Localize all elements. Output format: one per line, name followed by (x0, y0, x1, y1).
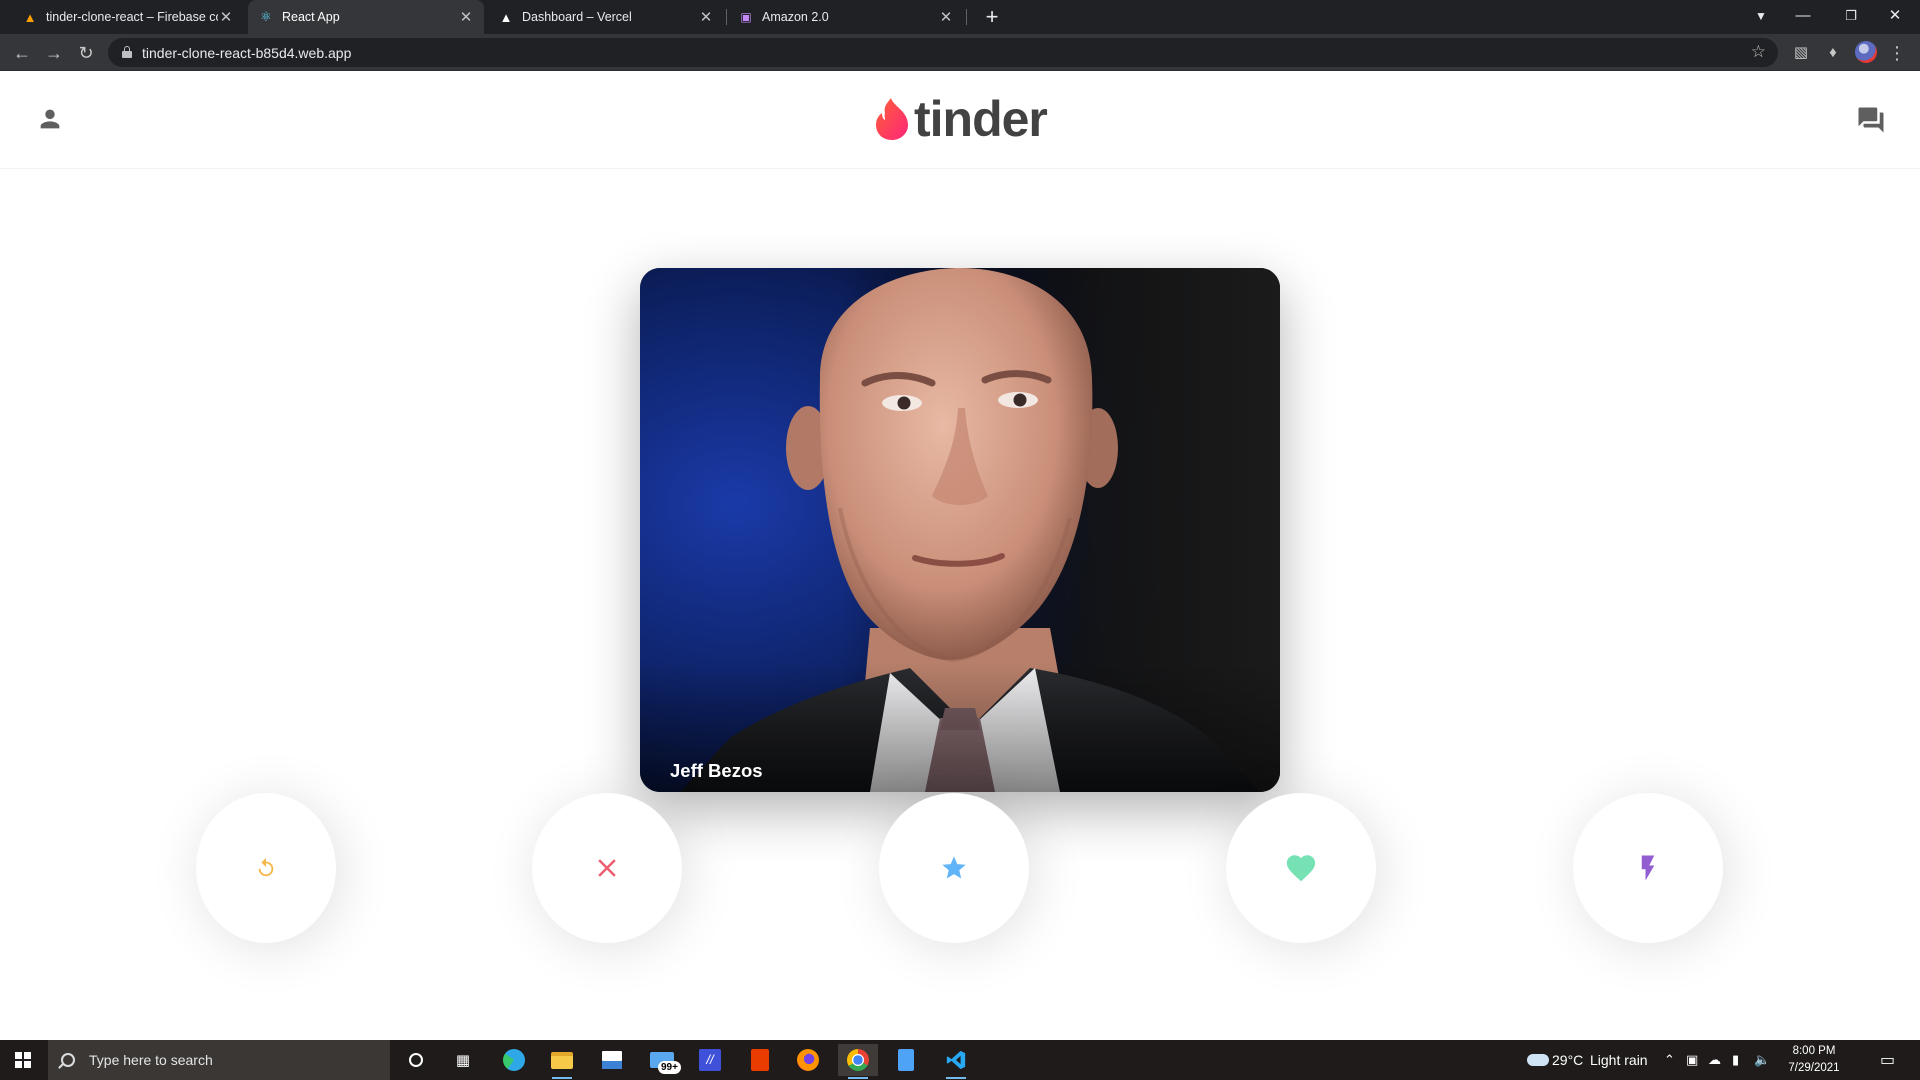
tinder-logo[interactable]: tinder (874, 91, 1048, 147)
profile-avatar[interactable] (1855, 41, 1877, 63)
notepad-icon[interactable] (886, 1044, 926, 1076)
battery-icon[interactable]: ▮ (1732, 1052, 1739, 1068)
taskbar-search-box[interactable]: Type here to search (48, 1040, 390, 1080)
cast-icon[interactable]: ▧ (1788, 39, 1814, 67)
close-tab-icon[interactable]: ✕ (938, 8, 954, 26)
person-icon[interactable] (36, 105, 64, 133)
amazon-clone-icon: ▣ (740, 10, 752, 24)
tab-title: Dashboard – Vercel (522, 10, 632, 24)
windows-logo-icon (15, 1052, 31, 1068)
flame-icon (876, 98, 908, 140)
browser-tab-strip: ▲ tinder-clone-react – Firebase con ✕ ⚛ … (0, 0, 1920, 34)
firebase-icon: ▲ (23, 9, 37, 25)
tab-vercel[interactable]: ▲ Dashboard – Vercel ✕ (488, 0, 724, 34)
replay-button[interactable] (196, 793, 336, 943)
react-icon: ⚛ (260, 9, 272, 24)
tab-amazon[interactable]: ▣ Amazon 2.0 ✕ (728, 0, 964, 34)
clock-time: 8:00 PM (1792, 1045, 1836, 1057)
task-view-icon[interactable]: ▦ (443, 1044, 483, 1076)
tab-divider (966, 9, 967, 25)
clock-date: 7/29/2021 (1788, 1062, 1840, 1074)
address-bar[interactable]: tinder-clone-react-b85d4.web.app ☆ (108, 38, 1778, 67)
lock-icon[interactable] (122, 46, 132, 58)
tab-title: tinder-clone-react – Firebase con (46, 10, 218, 24)
bookmark-star-icon[interactable]: ☆ (1751, 42, 1766, 62)
forward-button[interactable]: → (40, 39, 68, 67)
tab-title: Amazon 2.0 (762, 10, 829, 24)
close-button[interactable] (532, 793, 682, 943)
close-tab-icon[interactable]: ✕ (458, 8, 474, 26)
star-button[interactable] (879, 793, 1029, 943)
search-placeholder: Type here to search (89, 1052, 213, 1068)
weather-temp[interactable]: 29°C (1552, 1052, 1583, 1068)
chevron-up-icon[interactable]: ⌃ (1664, 1052, 1675, 1068)
close-icon (598, 859, 616, 877)
system-clock[interactable]: 8:00 PM 7/29/2021 (1784, 1043, 1844, 1077)
heart-icon (1286, 855, 1316, 882)
close-window-button[interactable]: ✕ (1872, 0, 1918, 34)
forum-icon[interactable] (1855, 105, 1887, 135)
logo-text: tinder (914, 91, 1048, 147)
tab-search-icon[interactable]: ▼ (1738, 0, 1784, 34)
flash-icon (1641, 855, 1655, 881)
back-button[interactable]: ← (8, 39, 36, 67)
profile-name: Jeff Bezos (670, 760, 763, 781)
volume-icon[interactable]: 🔈 (1754, 1052, 1770, 1068)
kebab-menu-icon[interactable]: ⋮ (1884, 39, 1910, 67)
firefox-icon[interactable] (788, 1044, 828, 1076)
browser-toolbar: ← → ↻ tinder-clone-react-b85d4.web.app ☆… (0, 34, 1920, 71)
close-tab-icon[interactable]: ✕ (218, 8, 234, 26)
tab-divider (726, 9, 727, 25)
store-icon[interactable] (592, 1044, 632, 1076)
replay-icon (258, 857, 274, 877)
cortana-icon[interactable] (396, 1044, 436, 1076)
profile-card[interactable]: Jeff Bezos (640, 268, 1280, 792)
restore-button[interactable]: ❐ (1828, 0, 1874, 34)
onedrive-icon[interactable]: ☁ (1708, 1052, 1721, 1068)
tab-firebase[interactable]: ▲ tinder-clone-react – Firebase con ✕ (12, 0, 244, 34)
file-explorer-icon[interactable] (542, 1044, 582, 1079)
search-icon (61, 1053, 75, 1067)
vercel-icon: ▲ (499, 9, 513, 25)
app-header: tinder (0, 71, 1920, 169)
vscode-icon[interactable] (936, 1044, 976, 1079)
chrome-icon[interactable] (838, 1044, 878, 1079)
mail-icon[interactable]: 99+ (642, 1044, 682, 1076)
close-tab-icon[interactable]: ✕ (698, 8, 714, 26)
office-icon[interactable] (740, 1044, 780, 1076)
minimize-button[interactable]: — (1780, 0, 1826, 34)
extensions-puzzle-icon[interactable]: ♦ (1820, 39, 1846, 67)
weather-text[interactable]: Light rain (1590, 1052, 1648, 1068)
flash-button[interactable] (1573, 793, 1723, 943)
reload-button[interactable]: ↻ (72, 39, 100, 67)
favorite-button[interactable] (1226, 793, 1376, 943)
meet-now-icon[interactable]: ▣ (1686, 1052, 1698, 1068)
mail-badge: 99+ (658, 1061, 681, 1074)
tab-title: React App (282, 10, 340, 24)
start-button[interactable] (0, 1040, 46, 1080)
star-icon (942, 856, 966, 879)
edge-icon[interactable] (494, 1044, 534, 1076)
notifications-icon[interactable]: ▭ (1880, 1050, 1895, 1070)
windows-taskbar: Type here to search ▦ 99+ // 29°C Light … (0, 1040, 1920, 1080)
tab-react-app[interactable]: ⚛ React App ✕ (248, 0, 484, 34)
vs-app-icon[interactable]: // (690, 1044, 730, 1076)
profile-photo (640, 268, 1280, 792)
new-tab-button[interactable]: + (978, 4, 1006, 30)
url-text: tinder-clone-react-b85d4.web.app (142, 45, 352, 61)
